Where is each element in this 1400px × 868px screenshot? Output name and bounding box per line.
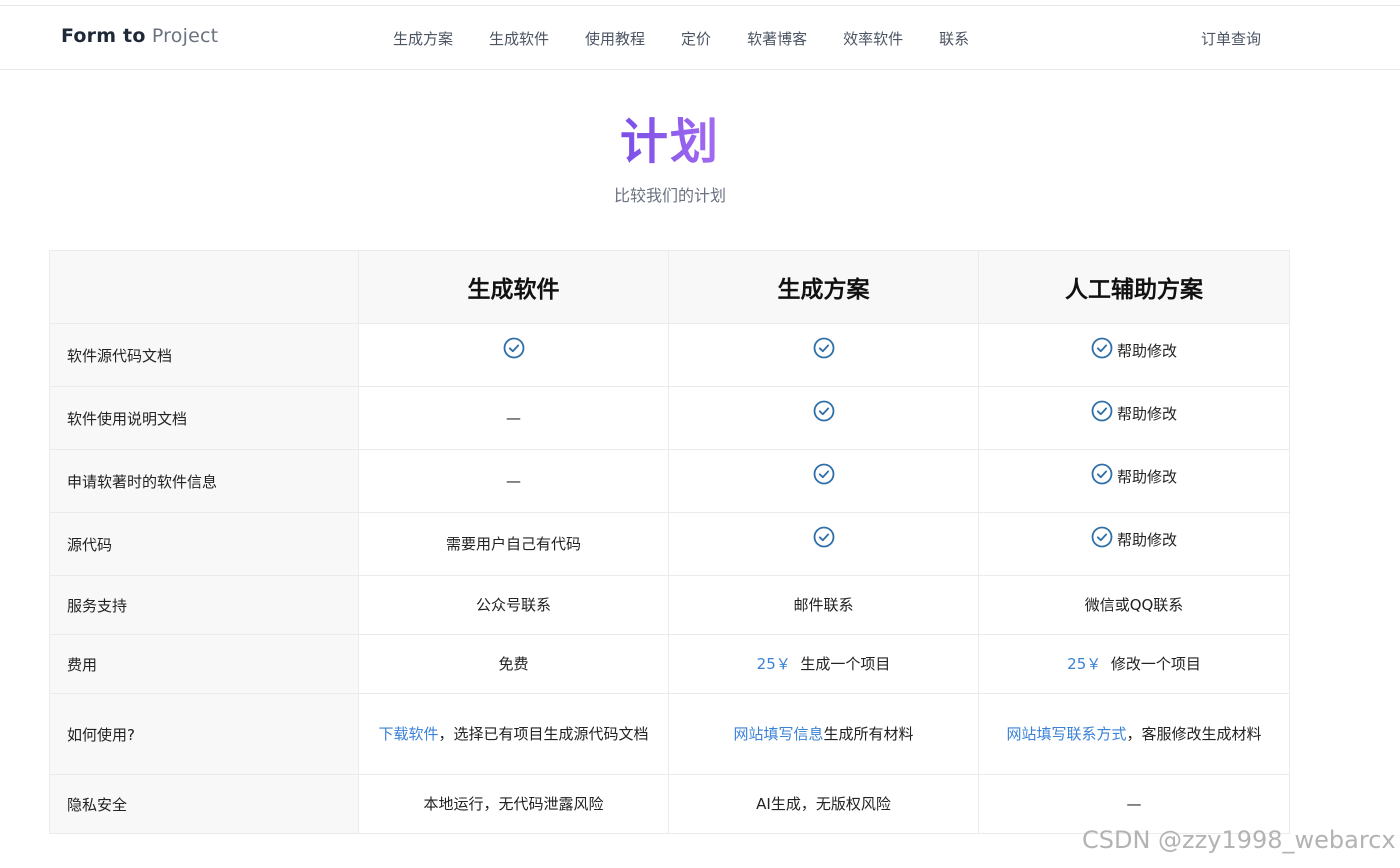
row-label: 软件源代码文档 xyxy=(49,323,359,387)
table-row: 软件使用说明文档 — 帮助修改 xyxy=(49,386,1290,450)
cell xyxy=(668,323,979,387)
column-header-manual-assist-plan: 人工辅助方案 xyxy=(978,250,1290,324)
cell-text: 生成一个项目 xyxy=(800,655,891,673)
check-circle-icon xyxy=(813,526,835,555)
cell: 25￥ 生成一个项目 xyxy=(668,634,979,694)
watermark: CSDN @zzy1998_webarcx xyxy=(1082,826,1396,854)
check-circle-icon xyxy=(813,400,835,429)
nav-item-contact[interactable]: 联系 xyxy=(939,28,969,49)
cell: 网站填写信息生成所有材料 xyxy=(668,693,979,775)
dash-text: — xyxy=(506,409,521,427)
cell-text: 帮助修改 xyxy=(1116,405,1177,423)
cell: — xyxy=(978,774,1290,834)
check-circle-icon xyxy=(813,337,835,366)
table-row: 服务支持 公众号联系 邮件联系 微信或QQ联系 xyxy=(49,575,1290,635)
table-row: 隐私安全 本地运行，无代码泄露风险 AI生成，无版权风险 — xyxy=(49,774,1290,834)
fill-info-link[interactable]: 网站填写信息 xyxy=(733,725,823,743)
nav-menu: 生成方案 生成软件 使用教程 定价 软著博客 效率软件 联系 xyxy=(393,28,969,49)
brand-light: Project xyxy=(151,25,219,47)
plan-comparison-table: 生成软件 生成方案 人工辅助方案 软件源代码文档 帮助修改 软件使用说明文档 —… xyxy=(49,250,1290,834)
nav-item-pricing[interactable]: 定价 xyxy=(681,28,711,49)
check-circle-icon xyxy=(1091,526,1113,555)
cell: — xyxy=(358,386,669,450)
cell xyxy=(668,449,979,513)
cell: 免费 xyxy=(358,634,669,694)
cell: AI生成，无版权风险 xyxy=(668,774,979,834)
top-nav: Form to Project 生成方案 生成软件 使用教程 定价 软著博客 效… xyxy=(0,6,1400,70)
cell-text: 帮助修改 xyxy=(1116,342,1177,360)
brand-bold: Form to xyxy=(61,25,146,47)
dash-text: — xyxy=(506,472,521,490)
fill-contact-link[interactable]: 网站填写联系方式 xyxy=(1006,725,1126,743)
brand-logo[interactable]: Form to Project xyxy=(61,25,218,47)
nav-item-blog[interactable]: 软著博客 xyxy=(747,28,807,49)
cell: 下载软件，选择已有项目生成源代码文档 xyxy=(358,693,669,775)
order-query-link[interactable]: 订单查询 xyxy=(1201,28,1261,49)
check-circle-icon xyxy=(813,463,835,492)
table-row: 源代码 需要用户自己有代码 帮助修改 xyxy=(49,512,1290,576)
page-title: 计划 xyxy=(619,114,720,170)
row-label: 源代码 xyxy=(49,512,359,576)
cell: 网站填写联系方式，客服修改生成材料 xyxy=(978,693,1290,775)
column-header-generate-plan: 生成方案 xyxy=(668,250,979,324)
row-label: 隐私安全 xyxy=(49,774,359,834)
cell-text: ，选择已有项目生成源代码文档 xyxy=(438,725,649,743)
row-label: 软件使用说明文档 xyxy=(49,386,359,450)
cell: 帮助修改 xyxy=(978,449,1290,513)
cell: 邮件联系 xyxy=(668,575,979,635)
cell: 微信或QQ联系 xyxy=(978,575,1290,635)
cell-text: 帮助修改 xyxy=(1116,468,1177,486)
nav-item-generate-plan[interactable]: 生成方案 xyxy=(393,28,453,49)
nav-item-efficiency-software[interactable]: 效率软件 xyxy=(843,28,903,49)
table-row: 如何使用? 下载软件，选择已有项目生成源代码文档 网站填写信息生成所有材料 网站… xyxy=(49,693,1290,775)
cell: — xyxy=(358,449,669,513)
row-label: 服务支持 xyxy=(49,575,359,635)
price-text: 25￥ xyxy=(756,655,791,673)
check-circle-icon xyxy=(1091,400,1113,429)
check-circle-icon xyxy=(1091,337,1113,366)
cell-text: ，客服修改生成材料 xyxy=(1126,725,1262,743)
hero: 计划 比较我们的计划 xyxy=(0,112,1340,206)
download-software-link[interactable]: 下载软件 xyxy=(378,725,438,743)
row-label: 费用 xyxy=(49,634,359,694)
cell: 25￥ 修改一个项目 xyxy=(978,634,1290,694)
cell: 需要用户自己有代码 xyxy=(358,512,669,576)
cell xyxy=(668,386,979,450)
table-row: 申请软著时的软件信息 — 帮助修改 xyxy=(49,449,1290,513)
table-row: 费用 免费 25￥ 生成一个项目 25￥ 修改一个项目 xyxy=(49,634,1290,694)
check-circle-icon xyxy=(1091,463,1113,492)
cell xyxy=(668,512,979,576)
cell: 帮助修改 xyxy=(978,386,1290,450)
cell-text: 帮助修改 xyxy=(1116,531,1177,549)
cell: 帮助修改 xyxy=(978,512,1290,576)
table-row: 软件源代码文档 帮助修改 xyxy=(49,323,1290,387)
page-subtitle: 比较我们的计划 xyxy=(613,186,726,205)
cell: 公众号联系 xyxy=(358,575,669,635)
price-text: 25￥ xyxy=(1067,655,1102,673)
cell-text: 修改一个项目 xyxy=(1110,655,1201,673)
row-label: 如何使用? xyxy=(49,693,359,775)
table-corner xyxy=(49,250,359,324)
nav-item-tutorial[interactable]: 使用教程 xyxy=(585,28,645,49)
cell: 帮助修改 xyxy=(978,323,1290,387)
cell xyxy=(358,323,669,387)
table-header-row: 生成软件 生成方案 人工辅助方案 xyxy=(49,250,1290,324)
nav-item-generate-software[interactable]: 生成软件 xyxy=(489,28,549,49)
cell: 本地运行，无代码泄露风险 xyxy=(358,774,669,834)
cell-text: 生成所有材料 xyxy=(823,725,914,743)
row-label: 申请软著时的软件信息 xyxy=(49,449,359,513)
check-circle-icon xyxy=(503,337,525,366)
column-header-generate-software: 生成软件 xyxy=(358,250,669,324)
